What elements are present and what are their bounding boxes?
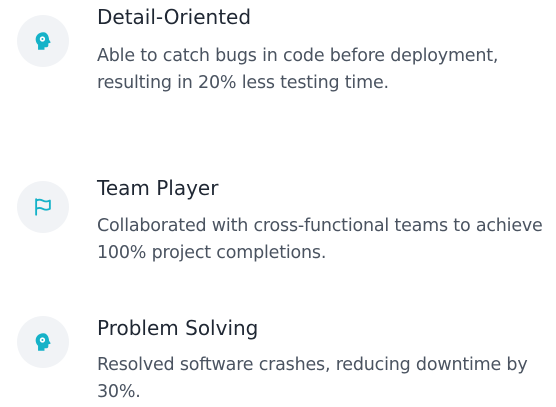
- skill-description: Collaborated with cross-functional teams…: [97, 216, 543, 263]
- skill-title: Detail-Oriented: [97, 5, 252, 29]
- head-icon: [35, 32, 51, 50]
- skill-title: Team Player: [97, 176, 219, 200]
- skill-description: Able to catch bugs in code before deploy…: [97, 46, 499, 93]
- skill-icon-badge: [17, 15, 69, 67]
- skill-title: Problem Solving: [97, 316, 259, 340]
- skill-icon-badge: [17, 181, 69, 233]
- skills-list: Detail-Oriented Able to catch bugs in co…: [0, 0, 556, 407]
- head-icon: [35, 333, 51, 351]
- skill-description: Resolved software crashes, reducing down…: [97, 355, 528, 402]
- skill-icon-badge: [17, 316, 69, 368]
- flag-icon: [35, 198, 51, 216]
